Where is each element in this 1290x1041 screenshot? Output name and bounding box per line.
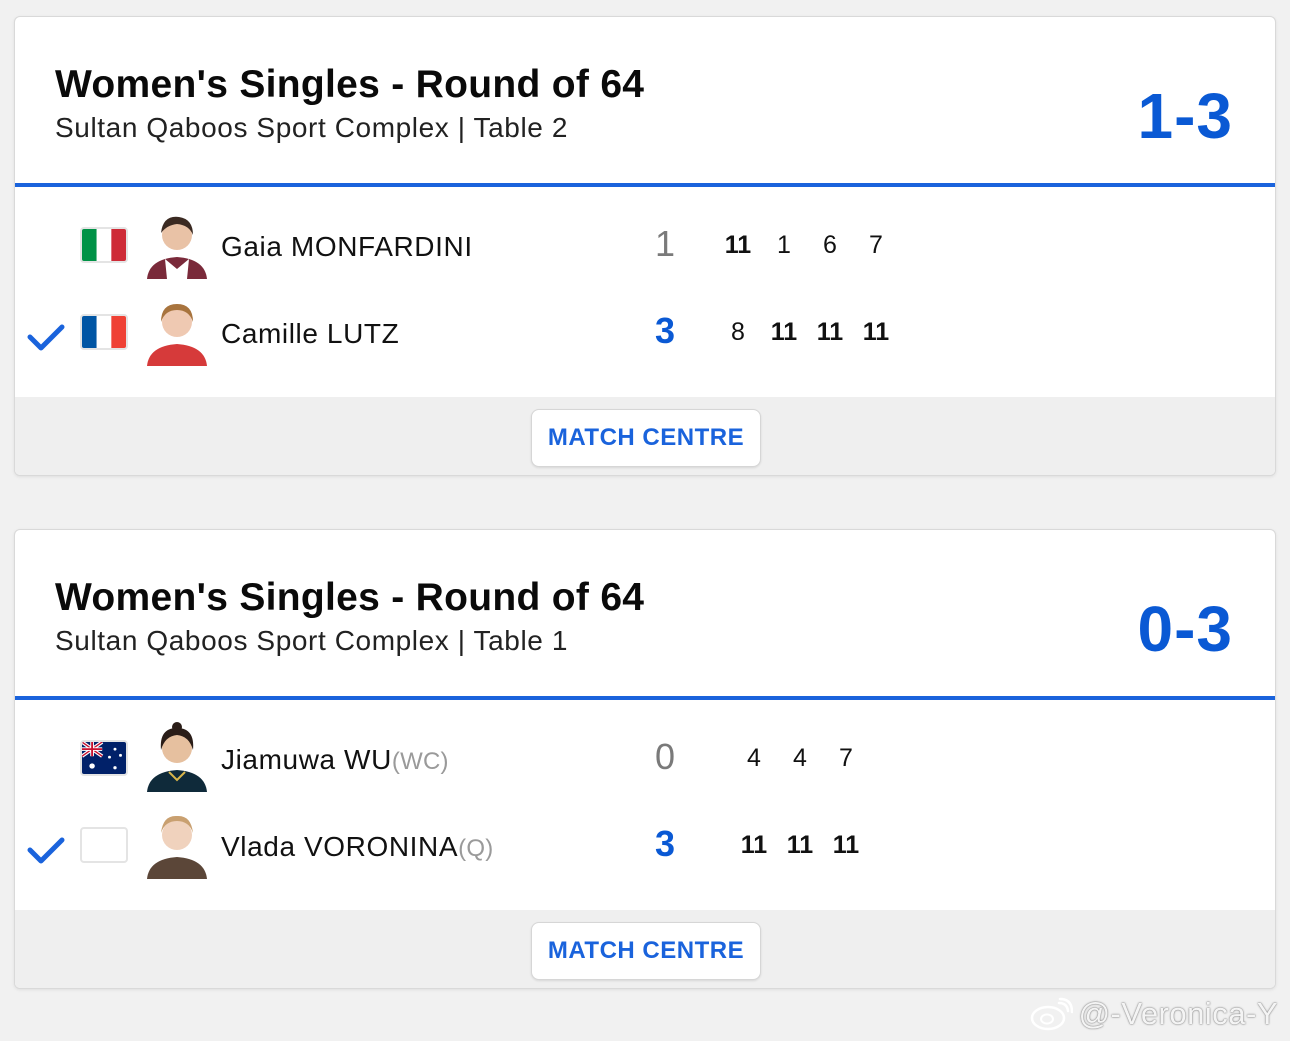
header-divider [15,696,1275,700]
player-name[interactable]: Camille LUTZ [221,318,399,350]
game-score: 11 [770,318,798,346]
player-name[interactable]: Jiamuwa WU(WC) [221,744,449,776]
watermark: @-Veronica-Y [1029,996,1278,1032]
match-venue: Sultan Qaboos Sport Complex | Table 1 [55,625,569,656]
player-name-text: Gaia MONFARDINI [221,231,473,262]
watermark-text: @-Veronica-Y [1078,996,1278,1031]
game-score: 11 [816,318,844,346]
player-row: Vlada VORONINA(Q) 3 11 11 11 [15,801,1275,887]
player-avatar [143,720,211,792]
player-name[interactable]: Gaia MONFARDINI [221,231,473,263]
game-score: 8 [731,318,745,346]
game-score: 11 [832,831,860,859]
weibo-logo-icon [1030,997,1073,1031]
player-total-games: 3 [654,823,676,864]
card-footer: MATCH CENTRE [15,397,1275,475]
match-venue: Sultan Qaboos Sport Complex | Table 2 [55,112,569,143]
page: Women's Singles - Round of 64 Sultan Qab… [0,0,1290,1041]
player-avatar [143,294,211,366]
player-tag: (WC) [391,748,449,775]
match-score: 0-3 [1137,593,1233,665]
winner-check-icon [27,837,65,864]
player-tag: (Q) [458,835,494,862]
blank-flag-icon [80,827,128,863]
match-title: Women's Singles - Round of 64 [55,63,645,106]
player-row: Jiamuwa WU(WC) 0 4 4 7 [15,714,1275,800]
game-score: 1 [777,231,791,259]
game-score: 11 [786,831,814,859]
italy-flag-icon [80,227,128,263]
player-name[interactable]: Vlada VORONINA(Q) [221,831,493,863]
player-avatar [143,207,211,279]
player-name-text: Vlada VORONINA [221,831,459,862]
match-score: 1-3 [1137,80,1233,152]
game-score: 4 [793,744,807,772]
winner-check-icon [27,324,65,351]
player-name-text: Camille LUTZ [221,318,400,349]
player-avatar [143,807,211,879]
australia-flag-icon [80,740,128,776]
match-card: Women's Singles - Round of 64 Sultan Qab… [14,16,1276,476]
game-score: 11 [724,231,752,259]
player-row: Camille LUTZ 3 8 11 11 11 [15,288,1275,374]
match-centre-button[interactable]: MATCH CENTRE [531,409,761,467]
header-divider [15,183,1275,187]
game-score: 6 [823,231,837,259]
game-score: 7 [869,231,883,259]
game-score: 11 [862,318,890,346]
game-score: 4 [747,744,761,772]
match-centre-button[interactable]: MATCH CENTRE [531,922,761,980]
match-header: Women's Singles - Round of 64 Sultan Qab… [15,17,1275,185]
player-row: Gaia MONFARDINI 1 11 1 6 7 [15,201,1275,287]
france-flag-icon [80,314,128,350]
game-score: 11 [740,831,768,859]
player-total-games: 0 [654,736,676,777]
game-score: 7 [839,744,853,772]
player-total-games: 1 [654,223,676,264]
player-total-games: 3 [654,310,676,351]
match-header: Women's Singles - Round of 64 Sultan Qab… [15,530,1275,698]
player-name-text: Jiamuwa WU [221,744,392,775]
match-card: Women's Singles - Round of 64 Sultan Qab… [14,529,1276,989]
card-footer: MATCH CENTRE [15,910,1275,988]
match-title: Women's Singles - Round of 64 [55,576,645,619]
